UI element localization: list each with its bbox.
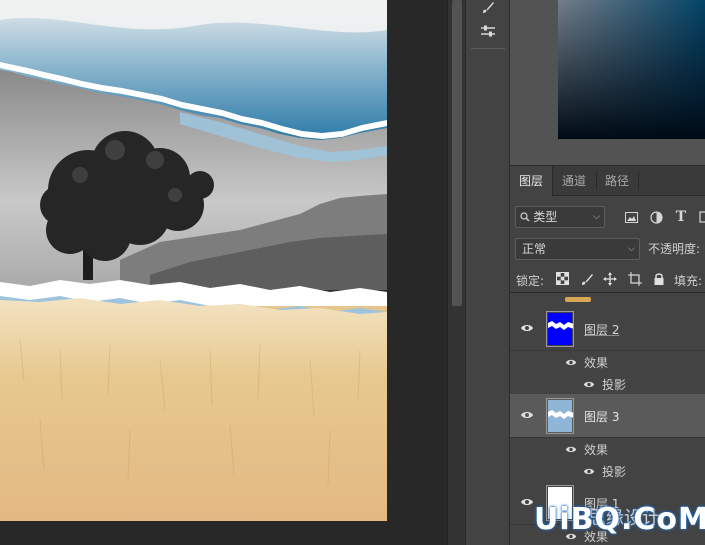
image-icon[interactable] xyxy=(622,208,640,226)
tab-channels[interactable]: 通道 xyxy=(553,166,595,196)
layer-name[interactable]: 图层 3 xyxy=(584,408,619,425)
brush-icon[interactable] xyxy=(472,0,504,20)
adjustment-sliders-icon[interactable] xyxy=(472,18,504,44)
blend-mode-select[interactable]: 正常 ⌵ xyxy=(515,238,640,260)
layer-group-marker xyxy=(565,297,591,302)
eye-icon[interactable] xyxy=(564,355,578,369)
wheat-field xyxy=(0,298,387,521)
layer-thumbnail xyxy=(546,398,574,434)
eye-icon[interactable] xyxy=(520,408,534,422)
lock-label: 锁定: xyxy=(516,274,545,288)
shape-icon[interactable] xyxy=(696,208,705,226)
panel-tabs: 图层 通道 路径 xyxy=(510,166,705,196)
filter-type-label: 类型 xyxy=(533,210,558,224)
eye-icon[interactable] xyxy=(582,464,596,478)
lock-transparency-icon[interactable] xyxy=(554,270,571,287)
effects-row[interactable]: 效果 xyxy=(510,438,705,460)
blend-mode-value: 正常 xyxy=(522,242,547,256)
drop-shadow-label: 投影 xyxy=(602,378,627,392)
tool-divider xyxy=(471,48,505,49)
tab-layers[interactable]: 图层 xyxy=(510,166,554,196)
watermark-text: UiBQ.CoM xyxy=(534,502,705,537)
color-field[interactable] xyxy=(558,0,705,139)
drop-shadow-label: 投影 xyxy=(602,465,627,479)
layer-row-layer-3[interactable]: 图层 3 xyxy=(510,394,705,438)
layers-panel: 图层 通道 路径 类型 ⌵ T 正常 ⌵ 不透明度: 锁定: 填充: 图层 2 … xyxy=(510,165,705,545)
eye-icon[interactable] xyxy=(564,442,578,456)
lock-all-icon[interactable] xyxy=(650,270,667,287)
scrollbar-thumb[interactable] xyxy=(452,0,462,306)
lock-move-icon[interactable] xyxy=(601,270,618,287)
canvas-vertical-scrollbar[interactable] xyxy=(447,0,465,545)
document-canvas-area[interactable] xyxy=(0,0,447,545)
color-picker-panel xyxy=(510,0,705,165)
effects-row[interactable]: 效果 xyxy=(510,351,705,373)
search-icon xyxy=(520,212,533,224)
type-icon[interactable]: T xyxy=(672,208,690,226)
eye-icon[interactable] xyxy=(582,377,596,391)
effect-drop-shadow-row[interactable]: 投影 xyxy=(510,460,705,482)
layer-row-layer-2[interactable]: 图层 2 xyxy=(510,307,705,351)
fill-label: 填充: xyxy=(674,274,703,288)
effects-label: 效果 xyxy=(584,356,609,370)
eye-icon[interactable] xyxy=(520,321,534,335)
watermark: 思缘设计 UiBQ.CoM xyxy=(530,502,705,542)
artboard-icon[interactable] xyxy=(626,270,643,287)
opacity-label: 不透明度: xyxy=(648,242,701,256)
chevron-down-icon: ⌵ xyxy=(593,212,600,222)
layer-name[interactable]: 图层 2 xyxy=(584,321,619,338)
tab-paths[interactable]: 路径 xyxy=(596,166,638,196)
adjustment-circle-icon[interactable] xyxy=(647,208,665,226)
effects-label: 效果 xyxy=(584,443,609,457)
layer-thumbnail xyxy=(546,311,574,347)
artwork-illustration xyxy=(0,0,387,521)
layer-filter-select[interactable]: 类型 ⌵ xyxy=(515,206,605,228)
panel-tool-strip xyxy=(465,0,510,545)
effect-drop-shadow-row[interactable]: 投影 xyxy=(510,373,705,395)
chevron-down-icon: ⌵ xyxy=(628,244,635,254)
artwork-image[interactable] xyxy=(0,0,387,521)
lock-paint-icon[interactable] xyxy=(578,270,595,287)
